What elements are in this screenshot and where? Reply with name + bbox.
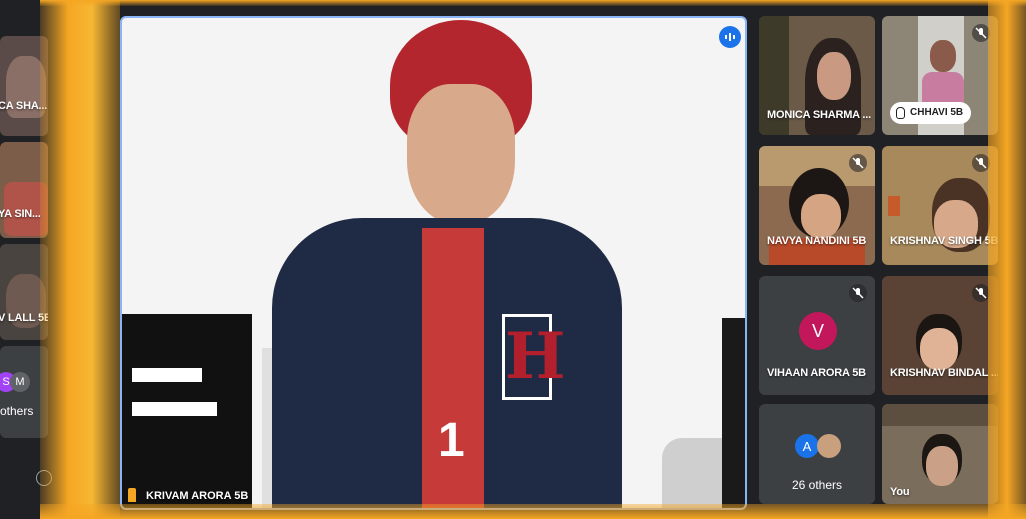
participant-name: You (890, 486, 910, 498)
participant-name: KRISHNAV BINDAL ... (890, 367, 998, 379)
participant-tile-monica[interactable]: MONICA SHARMA ... (759, 16, 875, 135)
participant-tile-krishnav-singh[interactable]: KRISHNAV SINGH 5B (882, 146, 998, 265)
participant-video (926, 446, 958, 486)
decorative-frame-left (40, 0, 120, 519)
participant-tile-you[interactable]: You (882, 404, 998, 504)
participant-video (930, 40, 956, 72)
mic-off-icon (849, 154, 867, 172)
others-tile[interactable]: A 26 others (759, 404, 875, 504)
participant-tile-navya[interactable]: NAVYA NANDINI 5B (759, 146, 875, 265)
background-shape (132, 368, 202, 382)
shirt-number: 1 (438, 414, 465, 467)
participant-video (882, 404, 998, 426)
participant-name: NAVYA NANDINI 5B (767, 235, 867, 247)
participant-tile-vihaan[interactable]: V VIHAAN ARORA 5B (759, 276, 875, 395)
avatar: V (799, 312, 837, 350)
decorative-frame-right (988, 0, 1026, 519)
mic-off-icon (849, 284, 867, 302)
pin-icon[interactable] (128, 488, 136, 502)
speaking-indicator-icon (719, 26, 741, 48)
decorative-frame-bottom (40, 504, 1026, 519)
speaker-name: KRIVAM ARORA 5B (146, 490, 249, 502)
name-pill: CHHAVI 5B (890, 102, 972, 124)
avatar: M (10, 372, 30, 392)
background-shape (662, 438, 722, 508)
background-shape (132, 402, 217, 416)
main-speaker-tile[interactable]: H 1 KRIVAM ARORA 5B (120, 16, 747, 510)
participant-name: YA SIN... (0, 208, 41, 220)
avatar: A (795, 434, 819, 458)
avatar (817, 434, 841, 458)
hand-raised-icon (896, 107, 905, 119)
participant-tile-krishnav-bindal[interactable]: KRISHNAV BINDAL ... (882, 276, 998, 395)
participant-name: MONICA SHARMA ... (767, 109, 871, 121)
participant-name: KRISHNAV SINGH 5B (890, 235, 998, 247)
speaker-face (407, 84, 515, 224)
participant-tile-chhavi[interactable]: CHHAVI 5B (882, 16, 998, 135)
participant-video (888, 196, 900, 216)
others-label: others (0, 404, 34, 418)
decorative-frame-top (40, 0, 1026, 6)
participant-video (801, 194, 841, 238)
participant-name: VIHAAN ARORA 5B (767, 367, 866, 379)
participant-video (920, 328, 958, 370)
participant-video (817, 52, 851, 100)
background-shape (722, 318, 745, 508)
others-label: 26 others (791, 478, 843, 492)
jacket-logo: H (502, 314, 565, 400)
participant-name: CHHAVI 5B (910, 107, 964, 118)
